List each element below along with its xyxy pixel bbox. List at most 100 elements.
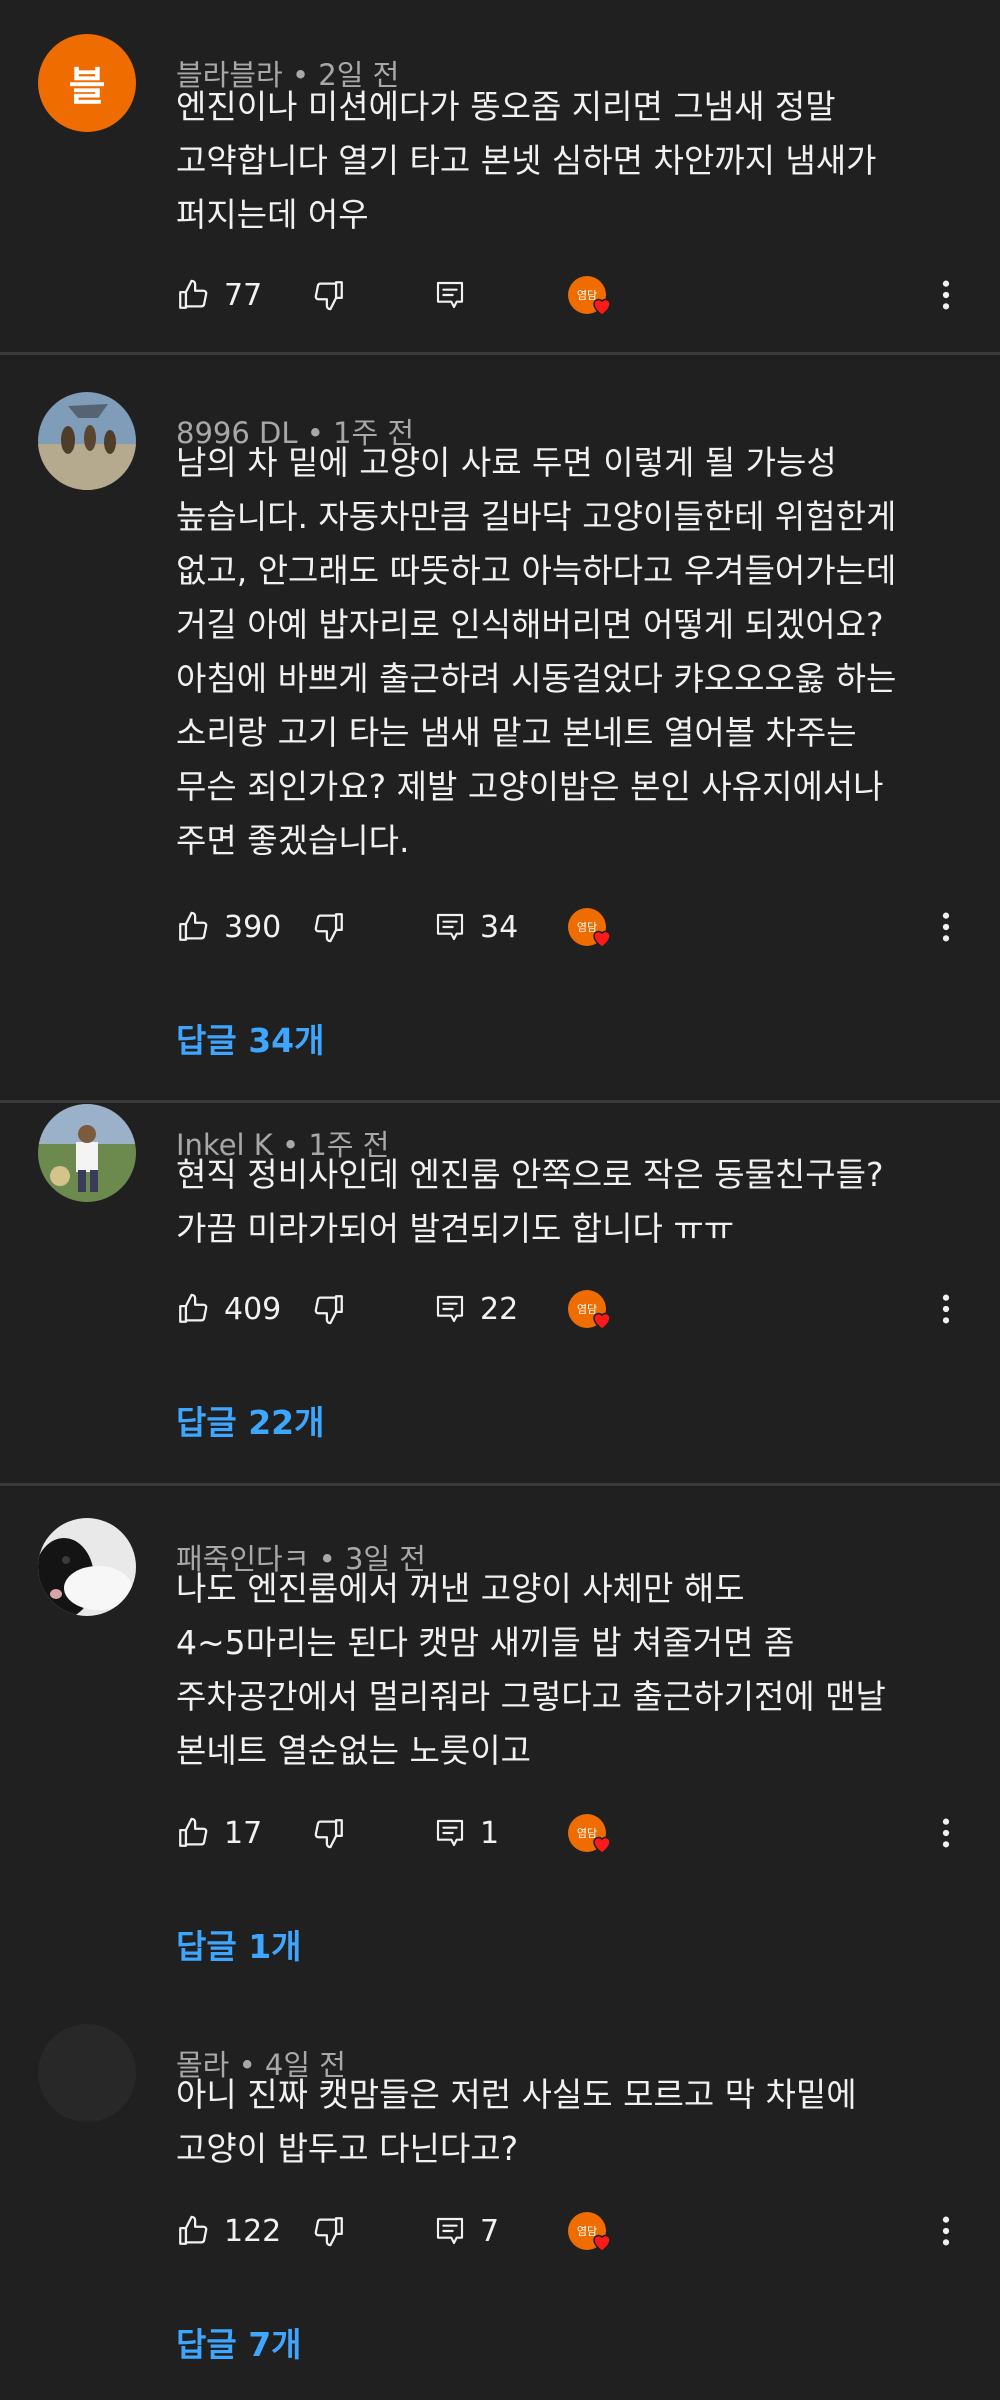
comment-divider <box>0 1483 1000 1486</box>
dislike-button[interactable] <box>312 902 346 952</box>
reply-button[interactable]: 1 <box>434 1808 499 1858</box>
reply-button[interactable]: 7 <box>434 2206 499 2256</box>
like-button[interactable]: 17 <box>176 1808 262 1858</box>
creator-heart-icon <box>590 1308 614 1332</box>
like-count: 17 <box>224 1815 263 1851</box>
reply-icon <box>434 1293 466 1325</box>
avatar[interactable] <box>38 1518 136 1616</box>
reply-icon <box>434 911 466 943</box>
comment-text: 엔진이나 미션에다가 똥오줌 지리면 그냄새 정말고약합니다 열기 타고 본넷 … <box>176 80 966 242</box>
thumb-up-icon <box>176 910 210 944</box>
more-vert-icon <box>940 2214 952 2248</box>
comment-text: 아니 진짜 캣맘들은 저런 사실도 모르고 막 차밑에고양이 밥두고 다닌다고? <box>176 2068 966 2176</box>
creator-heart-badge: 염담 <box>566 1284 616 1334</box>
comment-actions: 122 7 염담 <box>0 2206 1000 2256</box>
creator-heart-badge: 염담 <box>566 2206 616 2256</box>
reply-button[interactable] <box>434 270 466 320</box>
comment-text-line: 현직 정비사인데 엔진룸 안쪽으로 작은 동물친구들? <box>176 1155 884 1194</box>
thumb-down-icon <box>312 2214 346 2248</box>
like-count: 409 <box>224 1291 282 1327</box>
comment-text-line: 엔진이나 미션에다가 똥오줌 지리면 그냄새 정말 <box>176 87 836 126</box>
thumb-down-icon <box>312 1816 346 1850</box>
dislike-button[interactable] <box>312 1284 346 1334</box>
reply-count: 22 <box>480 1291 519 1327</box>
like-button[interactable]: 122 <box>176 2206 281 2256</box>
more-options-button[interactable] <box>940 1808 952 1858</box>
comment-divider <box>0 352 1000 355</box>
creator-heart: 염담 <box>566 902 616 952</box>
avatar[interactable] <box>38 1104 136 1202</box>
creator-heart: 염담 <box>566 2206 616 2256</box>
thumb-up-icon <box>176 1292 210 1326</box>
comment-text: 남의 차 밑에 고양이 사료 두면 이렇게 될 가능성높습니다. 자동차만큼 길… <box>176 436 966 868</box>
comment-text: 현직 정비사인데 엔진룸 안쪽으로 작은 동물친구들? 가끔 미라가되어 발견되기… <box>176 1148 966 1256</box>
reply-button[interactable]: 22 <box>434 1284 518 1334</box>
comment-text-line: 퍼지는데 어우 <box>176 195 369 234</box>
avatar[interactable] <box>38 392 136 490</box>
like-button[interactable]: 77 <box>176 270 262 320</box>
comment-actions: 390 34 염담 <box>0 902 1000 952</box>
comment-text-line: 나도 엔진룸에서 꺼낸 고양이 사체만 해도 <box>176 1569 745 1608</box>
like-count: 390 <box>224 909 282 945</box>
like-button[interactable]: 409 <box>176 1284 281 1334</box>
thumb-up-icon <box>176 2214 210 2248</box>
comment-text-line: 가끔 미라가되어 발견되기도 합니다 ㅠㅠ <box>176 1209 735 1248</box>
view-replies-link[interactable]: 답글 1개 <box>176 1920 302 1968</box>
creator-heart-badge: 염담 <box>566 902 616 952</box>
like-count: 122 <box>224 2213 282 2249</box>
reply-icon <box>434 1817 466 1849</box>
creator-heart-icon <box>590 2230 614 2254</box>
thumb-up-icon <box>176 278 210 312</box>
thumb-up-icon <box>176 1816 210 1850</box>
comment-actions: 409 22 염담 <box>0 1284 1000 1334</box>
dislike-button[interactable] <box>312 270 346 320</box>
avatar[interactable] <box>38 2024 136 2122</box>
reply-icon <box>434 2215 466 2247</box>
creator-heart-badge: 염담 <box>566 270 616 320</box>
comment-text-line: 높습니다. 자동차만큼 길바닥 고양이들한테 위험한게 <box>176 497 897 536</box>
creator-heart-icon <box>590 1832 614 1856</box>
thumb-down-icon <box>312 1292 346 1326</box>
comment-text-line: 소리랑 고기 타는 냄새 맡고 본네트 열어볼 차주는 <box>176 713 857 752</box>
comment-text: 나도 엔진룸에서 꺼낸 고양이 사체만 해도 4~5마리는 된다 캣맘 새끼들 밥… <box>176 1562 966 1778</box>
creator-heart: 염담 <box>566 1808 616 1858</box>
dislike-button[interactable] <box>312 2206 346 2256</box>
comment-actions: 17 1 염담 <box>0 1808 1000 1858</box>
creator-heart-badge: 염담 <box>566 1808 616 1858</box>
view-replies-link[interactable]: 답글 34개 <box>176 1014 325 1062</box>
reply-icon <box>434 279 466 311</box>
creator-heart: 염담 <box>566 270 616 320</box>
view-replies-link[interactable]: 답글 7개 <box>176 2318 302 2366</box>
comment-text-line: 거길 아예 밥자리로 인식해버리면 어떻게 되겠어요? <box>176 605 884 644</box>
more-options-button[interactable] <box>940 270 952 320</box>
reply-count: 34 <box>480 909 519 945</box>
comment-text-line: 본네트 열순없는 노릇이고 <box>176 1731 531 1770</box>
more-vert-icon <box>940 278 952 312</box>
reply-button[interactable]: 34 <box>434 902 518 952</box>
comment-text-line: 무슨 죄인가요? 제발 고양이밥은 본인 사유지에서나 <box>176 767 884 806</box>
like-button[interactable]: 390 <box>176 902 281 952</box>
comment-text-line: 남의 차 밑에 고양이 사료 두면 이렇게 될 가능성 <box>176 443 837 482</box>
comment-text-line: 없고, 안그래도 따뜻하고 아늑하다고 우겨들어가는데 <box>176 551 897 590</box>
comment-text-line: 고양이 밥두고 다닌다고? <box>176 2129 519 2168</box>
comment-text-line: 주차공간에서 멀리줘라 그렇다고 출근하기전에 맨날 <box>176 1677 886 1716</box>
comment-text-line: 4~5마리는 된다 캣맘 새끼들 밥 쳐줄거면 좀 <box>176 1623 795 1662</box>
more-options-button[interactable] <box>940 902 952 952</box>
reply-count: 7 <box>480 2213 500 2249</box>
creator-heart: 염담 <box>566 1284 616 1334</box>
creator-heart-icon <box>590 926 614 950</box>
avatar[interactable]: 블 <box>38 34 136 132</box>
dislike-button[interactable] <box>312 1808 346 1858</box>
more-vert-icon <box>940 1292 952 1326</box>
view-replies-link[interactable]: 답글 22개 <box>176 1396 325 1444</box>
comment-divider <box>0 1100 1000 1103</box>
thumb-down-icon <box>312 278 346 312</box>
comment-text-line: 아니 진짜 캣맘들은 저런 사실도 모르고 막 차밑에 <box>176 2075 857 2114</box>
comment-feed: 블 블라블라 • 2일 전 엔진이나 미션에다가 똥오줌 지리면 그냄새 정말 고약합… <box>0 0 1000 2400</box>
more-options-button[interactable] <box>940 2206 952 2256</box>
comment-text-line: 주면 좋겠습니다. <box>176 821 410 860</box>
comment-text-line: 아침에 바쁘게 출근하려 시동걸었다 캬오오오옳 하는 <box>176 659 897 698</box>
more-vert-icon <box>940 910 952 944</box>
more-options-button[interactable] <box>940 1284 952 1334</box>
comment-text-line: 고약합니다 열기 타고 본넷 심하면 차안까지 냄새가 <box>176 141 877 180</box>
